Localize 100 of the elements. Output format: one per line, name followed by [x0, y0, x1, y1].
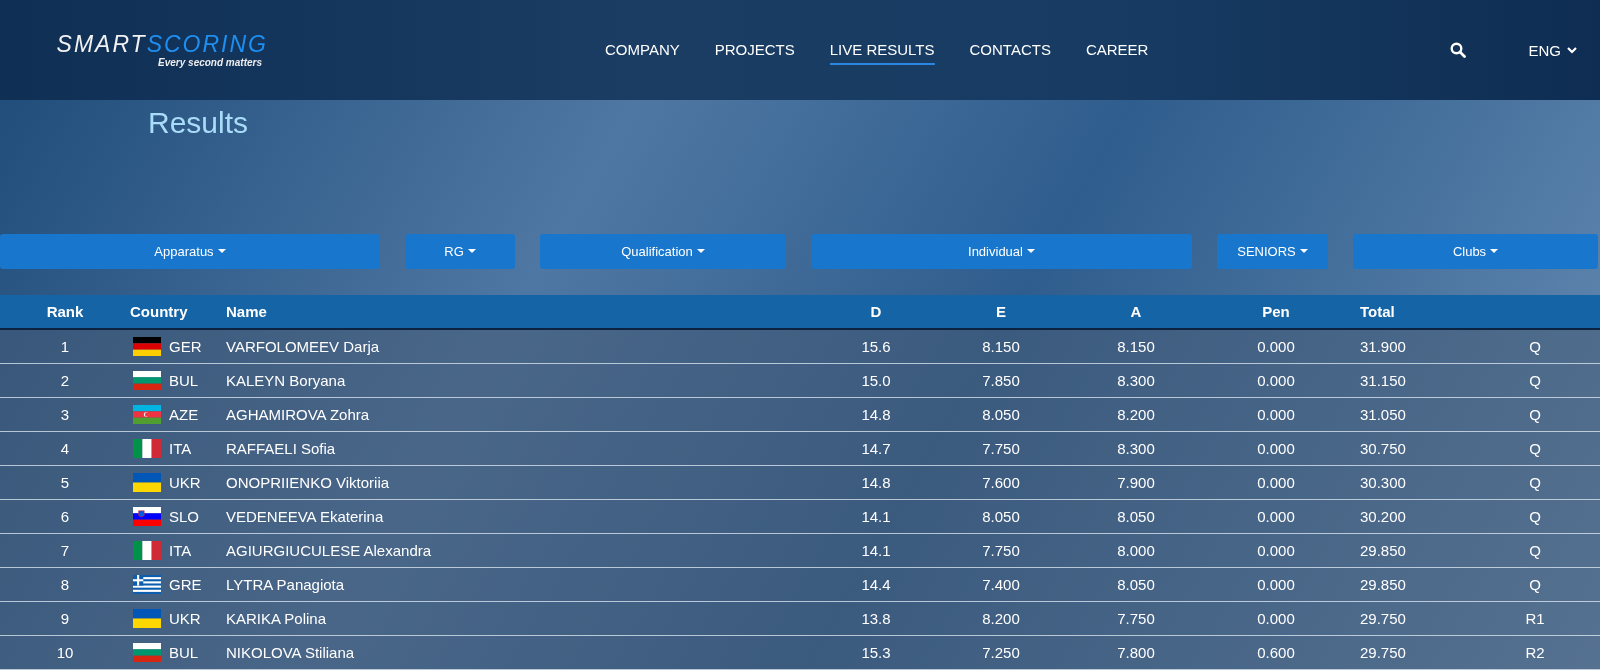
filter-dropdown[interactable]: RG — [405, 234, 515, 269]
athlete-name: RAFFAELI Sofia — [226, 440, 337, 457]
total-cell-text: 29.750 — [1359, 610, 1407, 627]
score-cell-text: 8.200 — [981, 610, 1021, 627]
flag-icon — [133, 473, 161, 492]
column-header: Country — [130, 303, 189, 320]
country-code: ITA — [169, 542, 192, 559]
country-code: SLO — [169, 508, 199, 525]
country-code: BUL — [169, 644, 199, 661]
score-cell-text: 8.050 — [1116, 508, 1156, 525]
rank-cell-text: 5 — [59, 474, 71, 491]
score-cell-text: 7.750 — [1116, 610, 1156, 627]
score-cell-text: 15.6 — [860, 338, 892, 355]
score-cell-text: 7.750 — [981, 440, 1021, 457]
flag-icon — [133, 643, 161, 662]
flag-icon — [133, 371, 161, 390]
total-cell-text: 29.850 — [1359, 542, 1407, 559]
rank-cell-text: 4 — [59, 440, 71, 457]
rank-cell-text: 8 — [59, 576, 71, 593]
total-cell-text: 30.200 — [1359, 508, 1407, 525]
total-cell-text: 31.050 — [1359, 406, 1407, 423]
logo-tagline: Every second matters — [158, 57, 262, 68]
caret-icon — [696, 249, 705, 254]
flag-icon — [133, 541, 161, 560]
score-cell-text: 7.800 — [1116, 644, 1156, 661]
rank-cell-text: 6 — [59, 508, 71, 525]
total-cell-text: 29.750 — [1359, 644, 1407, 661]
country-code: ITA — [169, 440, 192, 457]
athlete-name: ONOPRIIENKO Viktoriia — [226, 474, 391, 491]
score-cell-text: 7.600 — [981, 474, 1021, 491]
score-cell-text: 8.300 — [1116, 372, 1156, 389]
nav-link[interactable]: CAREER — [1085, 35, 1149, 65]
score-cell-text: 15.3 — [860, 644, 892, 661]
country-code: GER — [169, 338, 202, 355]
score-cell-text: 13.8 — [860, 610, 892, 627]
score-cell-text: 0.000 — [1256, 338, 1296, 355]
score-cell-text: 7.900 — [1116, 474, 1156, 491]
athlete-name: NIKOLOVA Stiliana — [226, 644, 356, 661]
caret-icon — [467, 249, 476, 254]
nav-link[interactable]: LIVE RESULTS — [829, 35, 935, 65]
score-cell-text: 14.1 — [860, 542, 892, 559]
country-code: GRE — [169, 576, 202, 593]
score-cell-text: 7.850 — [981, 372, 1021, 389]
chevron-icon — [1566, 46, 1577, 54]
score-cell-text: 14.1 — [860, 508, 892, 525]
score-cell-text: 0.000 — [1256, 406, 1296, 423]
column-header: E — [995, 303, 1007, 320]
country-code: UKR — [169, 610, 201, 627]
qualification-status: Q — [1528, 406, 1542, 423]
score-cell-text: 8.200 — [1116, 406, 1156, 423]
qualification-status: R2 — [1524, 644, 1546, 661]
column-header: D — [869, 303, 883, 320]
country-code: UKR — [169, 474, 201, 491]
rank-cell-text: 1 — [59, 338, 71, 355]
score-cell-text: 0.000 — [1256, 508, 1296, 525]
rank-cell-text: 3 — [59, 406, 71, 423]
qualification-status: R1 — [1524, 610, 1546, 627]
qualification-status: Q — [1528, 576, 1542, 593]
search-icon[interactable] — [1450, 42, 1467, 58]
score-cell-text: 14.4 — [860, 576, 892, 593]
logo-wordmark[interactable]: SMARTSCORING — [56, 32, 268, 56]
country-code: BUL — [169, 372, 199, 389]
nav-link[interactable]: CONTACTS — [969, 35, 1051, 65]
flag-icon — [133, 405, 161, 424]
column-header: Total — [1359, 303, 1396, 320]
athlete-name: VEDENEEVA Ekaterina — [226, 508, 385, 525]
qualification-status: Q — [1528, 508, 1542, 525]
rank-cell-text: 10 — [55, 644, 75, 661]
score-cell-text: 7.400 — [981, 576, 1021, 593]
nav-link[interactable]: COMPANY — [605, 35, 680, 65]
athlete-name: KARIKA Polina — [226, 610, 328, 627]
filter-dropdown[interactable]: Apparatus — [0, 234, 380, 269]
total-cell-text: 30.750 — [1359, 440, 1407, 457]
filter-dropdown[interactable]: SENIORS — [1217, 234, 1328, 269]
athlete-name: AGIURGIUCULESE Alexandra — [226, 542, 433, 559]
column-header: Rank — [45, 303, 85, 320]
qualification-status: Q — [1528, 440, 1542, 457]
caret-icon — [217, 249, 226, 254]
score-cell-text: 0.000 — [1256, 576, 1296, 593]
qualification-status: Q — [1528, 338, 1542, 355]
total-cell-text: 29.850 — [1359, 576, 1407, 593]
nav-link[interactable]: PROJECTS — [714, 35, 795, 65]
total-cell-text: 31.150 — [1359, 372, 1407, 389]
total-cell-text: 31.900 — [1359, 338, 1407, 355]
filter-dropdown[interactable]: Clubs — [1353, 234, 1598, 269]
language-selector[interactable]: ENG — [1528, 41, 1577, 59]
score-cell-text: 0.000 — [1256, 542, 1296, 559]
athlete-name: LYTRA Panagiota — [226, 576, 346, 593]
column-header: Name — [226, 303, 268, 320]
rank-cell-text: 7 — [59, 542, 71, 559]
column-header: Pen — [1261, 303, 1291, 320]
score-cell-text: 8.300 — [1116, 440, 1156, 457]
score-cell-text: 8.050 — [981, 508, 1021, 525]
flag-icon — [133, 507, 161, 526]
caret-icon — [1490, 249, 1499, 254]
total-cell-text: 30.300 — [1359, 474, 1407, 491]
score-cell-text: 0.600 — [1256, 644, 1296, 661]
filter-dropdown[interactable]: Qualification — [540, 234, 786, 269]
filter-dropdown[interactable]: Individual — [811, 234, 1192, 269]
score-cell-text: 0.000 — [1256, 474, 1296, 491]
